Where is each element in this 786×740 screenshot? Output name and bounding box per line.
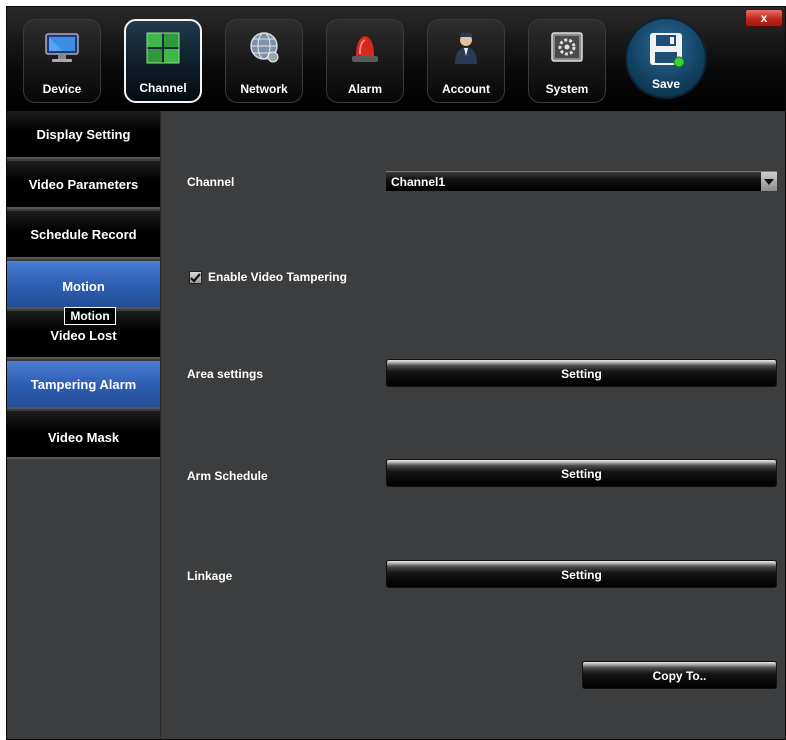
system-settings-icon — [551, 32, 583, 62]
sidebar: Display Setting Video Parameters Schedul… — [7, 111, 161, 739]
channel-grid-icon — [146, 32, 180, 64]
tab-device[interactable]: Device — [23, 19, 101, 103]
tab-device-label: Device — [42, 82, 82, 96]
account-user-icon — [455, 33, 477, 64]
floppy-disk-icon — [650, 33, 685, 68]
tab-alarm-label: Alarm — [347, 82, 382, 96]
tab-system[interactable]: System — [528, 19, 606, 103]
area-settings-label: Area settings — [187, 367, 264, 381]
tab-account-label: Account — [442, 82, 490, 96]
sidebar-item-display-setting[interactable]: Display Setting — [7, 111, 160, 159]
enable-tampering-label: Enable Video Tampering — [208, 270, 347, 284]
tab-network-label: Network — [240, 82, 288, 96]
tab-network[interactable]: Network — [225, 19, 303, 103]
sidebar-item-label: Video Parameters — [28, 176, 139, 192]
sidebar-item-label: Schedule Record — [30, 226, 137, 242]
area-settings-button[interactable]: Setting — [386, 359, 777, 387]
settings-panel: Channel Channel1 Enable Video Tampering … — [161, 111, 785, 739]
sidebar-item-label: Video Mask — [47, 430, 120, 445]
tab-alarm[interactable]: Alarm — [326, 19, 404, 103]
sidebar-item-label: Motion — [62, 279, 105, 294]
arm-schedule-label: Arm Schedule — [187, 469, 268, 483]
save-button[interactable]: Save — [625, 17, 707, 99]
tab-system-label: System — [545, 82, 589, 96]
top-toolbar: x Device Channel Network Alarm Account S… — [7, 7, 785, 111]
copy-to-button[interactable]: Copy To.. — [582, 661, 777, 689]
sidebar-item-tampering-alarm[interactable]: Tampering Alarm — [7, 361, 160, 409]
sidebar-item-video-mask[interactable]: Video Mask — [7, 411, 160, 459]
sidebar-item-label: Display Setting — [36, 126, 131, 142]
alarm-siren-icon — [352, 36, 378, 62]
tab-channel[interactable]: Channel — [124, 19, 202, 103]
linkage-button[interactable]: Setting — [386, 560, 777, 588]
monitor-icon — [45, 33, 79, 62]
sidebar-item-label: Video Lost — [50, 328, 117, 343]
settings-window: x Device Channel Network Alarm Account S… — [6, 6, 786, 740]
sidebar-item-schedule-record[interactable]: Schedule Record — [7, 211, 160, 259]
sidebar-item-label: Tampering Alarm — [30, 376, 137, 392]
sidebar-item-video-parameters[interactable]: Video Parameters — [7, 161, 160, 209]
enable-tampering-checkbox[interactable] — [189, 271, 202, 284]
motion-tooltip: Motion — [64, 307, 116, 325]
tab-channel-label: Channel — [139, 81, 187, 95]
channel-select-value: Channel1 — [391, 175, 446, 189]
close-icon: x — [760, 11, 768, 25]
close-button[interactable]: x — [745, 9, 783, 27]
channel-label: Channel — [187, 175, 235, 189]
network-globe-icon — [250, 32, 279, 63]
linkage-label: Linkage — [187, 569, 233, 583]
channel-select[interactable]: Channel1 — [386, 171, 777, 191]
save-label: Save — [651, 77, 681, 91]
sidebar-item-motion[interactable]: Motion — [7, 261, 160, 309]
arm-schedule-button[interactable]: Setting — [386, 459, 777, 487]
tab-account[interactable]: Account — [427, 19, 505, 103]
chevron-down-icon — [761, 172, 777, 191]
checkmark-icon — [190, 272, 201, 283]
